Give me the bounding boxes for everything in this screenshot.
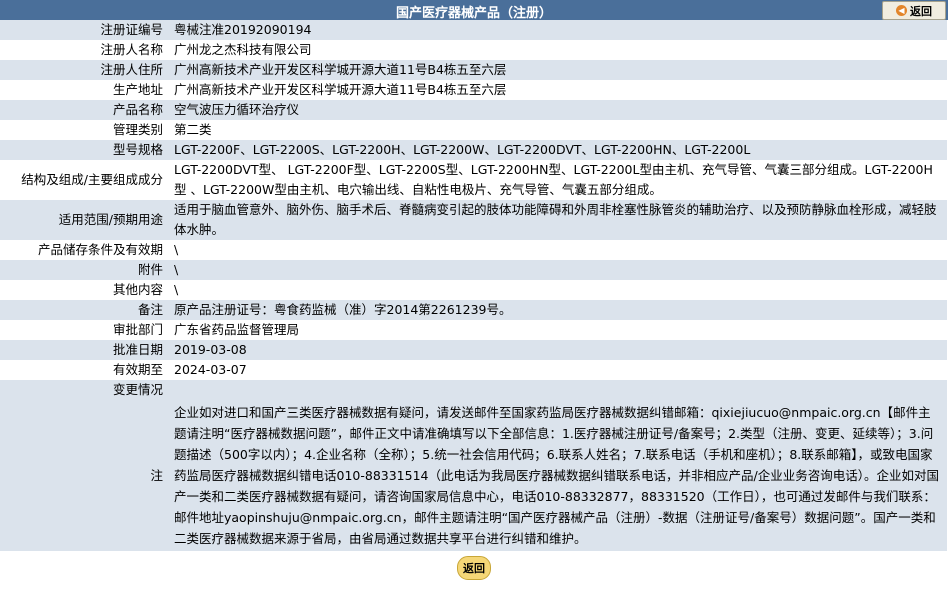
field-value: 广州高新技术产业开发区科学城开源大道11号B4栋五至六层 xyxy=(167,60,947,80)
table-row: 批准日期 2019-03-08 xyxy=(0,340,947,360)
note-row: 注 企业如对进口和国产三类医疗器械数据有疑问，请发送邮件至国家药监局医疗器械数据… xyxy=(0,400,947,551)
table-row: 型号规格 LGT-2200F、LGT-2200S、LGT-2200H、LGT-2… xyxy=(0,140,947,160)
table-row: 注册人住所 广州高新技术产业开发区科学城开源大道11号B4栋五至六层 xyxy=(0,60,947,80)
back-button-label: 返回 xyxy=(910,4,932,18)
title-bar: 国产医疗器械产品（注册） ◀ 返回 xyxy=(0,0,948,21)
table-row: 附件 \ xyxy=(0,260,947,280)
back-button[interactable]: ◀ 返回 xyxy=(882,1,946,20)
table-row: 其他内容 \ xyxy=(0,280,947,300)
field-label: 注册证编号 xyxy=(0,20,167,40)
bottom-back-button[interactable]: 返回 xyxy=(457,556,491,580)
table-row: 产品储存条件及有效期 \ xyxy=(0,240,947,260)
field-value xyxy=(167,380,947,400)
field-label: 批准日期 xyxy=(0,340,167,360)
field-value: 粤械注准20192090194 xyxy=(167,20,947,40)
page-title: 国产医疗器械产品（注册） xyxy=(395,6,552,21)
field-value: LGT-2200DVT型、 LGT-2200F型、LGT-2200S型、LGT-… xyxy=(167,160,947,200)
field-value: 第二类 xyxy=(167,120,947,140)
field-value: 空气波压力循环治疗仪 xyxy=(167,100,947,120)
field-label: 生产地址 xyxy=(0,80,167,100)
field-label: 变更情况 xyxy=(0,380,167,400)
table-row: 结构及组成/主要组成成分 LGT-2200DVT型、 LGT-2200F型、LG… xyxy=(0,160,947,200)
field-label: 适用范围/预期用途 xyxy=(0,200,167,240)
field-value: \ xyxy=(167,260,947,280)
table-row: 备注 原产品注册证号：粤食药监械（准）字2014第2261239号。 xyxy=(0,300,947,320)
table-row: 注册人名称 广州龙之杰科技有限公司 xyxy=(0,40,947,60)
field-label: 附件 xyxy=(0,260,167,280)
field-label: 注册人名称 xyxy=(0,40,167,60)
note-label: 注 xyxy=(0,400,167,551)
field-label: 备注 xyxy=(0,300,167,320)
field-label: 结构及组成/主要组成成分 xyxy=(0,160,167,200)
footer: 返回 xyxy=(0,551,948,585)
field-label: 产品储存条件及有效期 xyxy=(0,240,167,260)
field-value: 2024-03-07 xyxy=(167,360,947,380)
field-label: 注册人住所 xyxy=(0,60,167,80)
table-row: 产品名称 空气波压力循环治疗仪 xyxy=(0,100,947,120)
table-row: 适用范围/预期用途 适用于脑血管意外、脑外伤、脑手术后、脊髓病变引起的肢体功能障… xyxy=(0,200,947,240)
field-label: 其他内容 xyxy=(0,280,167,300)
table-row: 生产地址 广州高新技术产业开发区科学城开源大道11号B4栋五至六层 xyxy=(0,80,947,100)
field-value: \ xyxy=(167,240,947,260)
field-value: 2019-03-08 xyxy=(167,340,947,360)
back-arrow-icon: ◀ xyxy=(896,5,907,16)
field-label: 型号规格 xyxy=(0,140,167,160)
table-row: 变更情况 xyxy=(0,380,947,400)
field-label: 有效期至 xyxy=(0,360,167,380)
field-value: 广州高新技术产业开发区科学城开源大道11号B4栋五至六层 xyxy=(167,80,947,100)
field-value: 广州龙之杰科技有限公司 xyxy=(167,40,947,60)
field-value: 广东省药品监督管理局 xyxy=(167,320,947,340)
field-label: 管理类别 xyxy=(0,120,167,140)
field-value: \ xyxy=(167,280,947,300)
field-label: 产品名称 xyxy=(0,100,167,120)
field-label: 审批部门 xyxy=(0,320,167,340)
table-row: 审批部门 广东省药品监督管理局 xyxy=(0,320,947,340)
note-text: 企业如对进口和国产三类医疗器械数据有疑问，请发送邮件至国家药监局医疗器械数据纠错… xyxy=(167,400,947,551)
table-row: 注册证编号 粤械注准20192090194 xyxy=(0,20,947,40)
detail-table: 注册证编号 粤械注准20192090194 注册人名称 广州龙之杰科技有限公司 … xyxy=(0,20,947,551)
field-value: LGT-2200F、LGT-2200S、LGT-2200H、LGT-2200W、… xyxy=(167,140,947,160)
field-value: 原产品注册证号：粤食药监械（准）字2014第2261239号。 xyxy=(167,300,947,320)
field-value: 适用于脑血管意外、脑外伤、脑手术后、脊髓病变引起的肢体功能障碍和外周非栓塞性脉管… xyxy=(167,200,947,240)
table-row: 有效期至 2024-03-07 xyxy=(0,360,947,380)
table-row: 管理类别 第二类 xyxy=(0,120,947,140)
